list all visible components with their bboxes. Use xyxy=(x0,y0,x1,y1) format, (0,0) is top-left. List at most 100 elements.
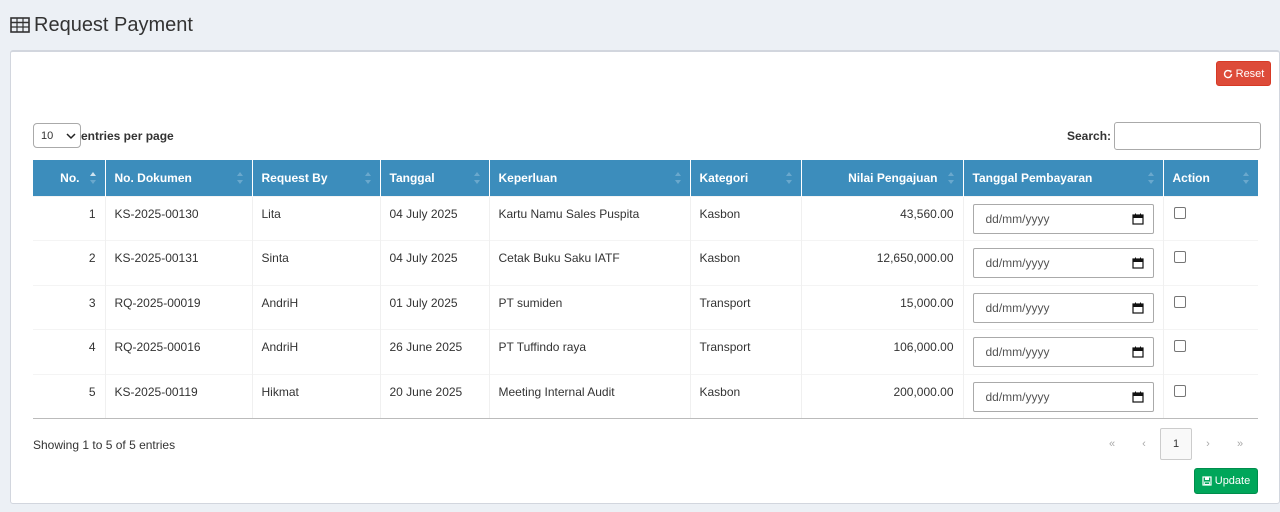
cell-keperluan: PT sumiden xyxy=(489,284,691,330)
cell-keperluan: Cetak Buku Saku IATF xyxy=(489,240,691,286)
calendar-icon[interactable] xyxy=(1131,302,1144,314)
pagination-next[interactable]: › xyxy=(1192,428,1224,460)
search-input[interactable] xyxy=(1114,122,1262,150)
cell-request-by: AndriH xyxy=(252,329,381,375)
table-header-row: No. No. Dokumen Request By Tanggal Keper… xyxy=(33,160,1258,196)
pagination-page-1[interactable]: 1 xyxy=(1160,428,1192,460)
refresh-icon xyxy=(1223,69,1232,78)
cell-action xyxy=(1163,284,1258,330)
cell-kategori: Kasbon xyxy=(690,373,802,420)
calendar-icon[interactable] xyxy=(1131,213,1144,225)
payment-date-input[interactable]: dd/mm/yyyy xyxy=(972,248,1154,279)
table-row: 4 RQ-2025-00016 AndriH 26 June 2025 PT T… xyxy=(33,329,1258,375)
cell-tanggal-pembayaran: dd/mm/yyyy xyxy=(963,373,1164,420)
column-header-dokumen[interactable]: No. Dokumen xyxy=(105,160,253,196)
sort-icon xyxy=(236,172,243,184)
date-placeholder: dd/mm/yyyy xyxy=(985,389,1050,404)
action-checkbox[interactable] xyxy=(1173,340,1186,353)
cell-action xyxy=(1163,329,1258,375)
cell-kategori: Kasbon xyxy=(690,195,802,241)
date-placeholder: dd/mm/yyyy xyxy=(985,345,1050,360)
sort-icon xyxy=(947,172,954,184)
table-row: 3 RQ-2025-00019 AndriH 01 July 2025 PT s… xyxy=(33,284,1258,330)
cell-no: 4 xyxy=(33,329,106,375)
cell-request-by: AndriH xyxy=(252,284,381,330)
cell-tanggal: 04 July 2025 xyxy=(380,195,490,241)
cell-kategori: Transport xyxy=(690,284,802,330)
payment-date-input[interactable]: dd/mm/yyyy xyxy=(972,203,1154,234)
sort-icon xyxy=(674,172,681,184)
date-placeholder: dd/mm/yyyy xyxy=(985,211,1050,226)
cell-nilai: 12,650,000.00 xyxy=(801,240,964,286)
sort-icon xyxy=(364,172,371,184)
pagination-previous[interactable]: ‹ xyxy=(1128,428,1160,460)
cell-no: 5 xyxy=(33,373,106,420)
cell-tanggal: 20 June 2025 xyxy=(380,373,490,420)
cell-tanggal: 04 July 2025 xyxy=(380,240,490,286)
column-header-request-by[interactable]: Request By xyxy=(252,160,381,196)
search-control: Search: xyxy=(1067,122,1262,150)
sort-icon xyxy=(785,172,792,184)
cell-keperluan: Kartu Namu Sales Puspita xyxy=(489,195,691,241)
column-header-keperluan[interactable]: Keperluan xyxy=(489,160,691,196)
update-label: Update xyxy=(1214,475,1251,487)
column-header-kategori[interactable]: Kategori xyxy=(690,160,802,196)
sort-icon xyxy=(89,172,96,184)
cell-dokumen: RQ-2025-00019 xyxy=(105,284,253,330)
action-checkbox[interactable] xyxy=(1173,251,1186,264)
update-button[interactable]: Update xyxy=(1194,468,1258,494)
cell-request-by: Sinta xyxy=(252,240,381,286)
entries-per-page-label: entries per page xyxy=(81,128,174,143)
cell-keperluan: PT Tuffindo raya xyxy=(489,329,691,375)
cell-dokumen: RQ-2025-00016 xyxy=(105,329,253,375)
reset-button[interactable]: Reset xyxy=(1216,61,1271,86)
table-icon xyxy=(10,17,30,33)
page-header: Request Payment xyxy=(10,10,193,40)
column-header-action[interactable]: Action xyxy=(1163,160,1258,196)
reset-label: Reset xyxy=(1235,67,1265,80)
column-header-tanggal[interactable]: Tanggal xyxy=(380,160,490,196)
cell-tanggal: 26 June 2025 xyxy=(380,329,490,375)
cell-tanggal: 01 July 2025 xyxy=(380,284,490,330)
payment-date-input[interactable]: dd/mm/yyyy xyxy=(972,337,1154,368)
pagination-last[interactable]: » xyxy=(1224,428,1256,460)
pagination-first[interactable]: « xyxy=(1096,428,1128,460)
cell-request-by: Hikmat xyxy=(252,373,381,420)
cell-nilai: 15,000.00 xyxy=(801,284,964,330)
cell-no: 1 xyxy=(33,195,106,241)
search-label: Search: xyxy=(1067,129,1112,143)
cell-tanggal-pembayaran: dd/mm/yyyy xyxy=(963,195,1164,241)
page-title: Request Payment xyxy=(34,13,193,36)
column-header-nilai-pengajuan[interactable]: Nilai Pengajuan xyxy=(801,160,964,196)
sort-icon xyxy=(1243,172,1249,184)
calendar-icon[interactable] xyxy=(1131,257,1144,269)
cell-no: 2 xyxy=(33,240,106,286)
payment-date-input[interactable]: dd/mm/yyyy xyxy=(972,292,1154,323)
cell-dokumen: KS-2025-00119 xyxy=(105,373,253,420)
table-info: Showing 1 to 5 of 5 entries xyxy=(33,438,176,452)
cell-kategori: Kasbon xyxy=(690,240,802,286)
column-header-no[interactable]: No. xyxy=(33,160,106,196)
payment-date-input[interactable]: dd/mm/yyyy xyxy=(972,381,1154,412)
cell-request-by: Lita xyxy=(252,195,381,241)
date-placeholder: dd/mm/yyyy xyxy=(985,300,1050,315)
table-row: 2 KS-2025-00131 Sinta 04 July 2025 Cetak… xyxy=(33,240,1258,286)
cell-nilai: 200,000.00 xyxy=(801,373,964,420)
entries-select-value: 10 xyxy=(41,129,54,142)
cell-tanggal-pembayaran: dd/mm/yyyy xyxy=(963,284,1164,330)
sort-icon xyxy=(473,172,480,184)
cell-dokumen: KS-2025-00130 xyxy=(105,195,253,241)
sort-icon xyxy=(1147,172,1154,184)
table-row: 5 KS-2025-00119 Hikmat 20 June 2025 Meet… xyxy=(33,373,1258,420)
calendar-icon[interactable] xyxy=(1131,391,1144,403)
cell-action xyxy=(1163,373,1258,420)
calendar-icon[interactable] xyxy=(1131,346,1144,358)
column-header-tanggal-pembayaran[interactable]: Tanggal Pembayaran xyxy=(963,160,1164,196)
entries-select[interactable]: 10 xyxy=(33,123,81,148)
cell-tanggal-pembayaran: dd/mm/yyyy xyxy=(963,240,1164,286)
action-checkbox[interactable] xyxy=(1173,295,1186,308)
action-checkbox[interactable] xyxy=(1173,384,1186,397)
action-checkbox[interactable] xyxy=(1173,206,1186,219)
cell-action xyxy=(1163,195,1258,241)
payment-table: No. No. Dokumen Request By Tanggal Keper… xyxy=(33,160,1258,420)
